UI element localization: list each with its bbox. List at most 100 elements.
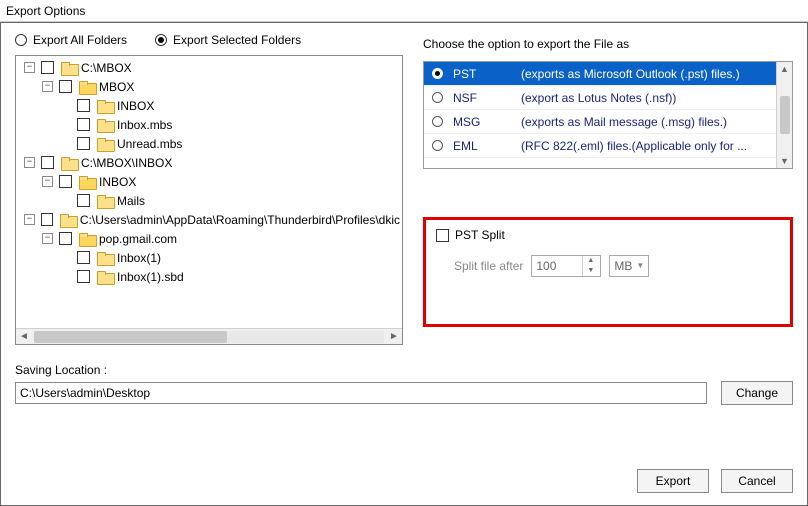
radio-icon — [432, 116, 443, 127]
tree-row[interactable]: −C:\MBOX — [18, 58, 400, 77]
split-size-input[interactable]: ▲ ▼ — [531, 255, 601, 277]
format-list: PST(exports as Microsoft Outlook (.pst) … — [423, 61, 793, 169]
folder-icon — [61, 62, 77, 74]
radio-icon — [432, 68, 443, 79]
chevron-down-icon: ▼ — [636, 261, 644, 270]
tree-checkbox[interactable] — [77, 270, 90, 283]
split-size-field[interactable] — [532, 256, 582, 276]
radio-icon — [432, 140, 443, 151]
scroll-left-icon[interactable]: ◄ — [16, 329, 32, 345]
tree-checkbox[interactable] — [41, 156, 54, 169]
tree-item-label: C:\Users\admin\AppData\Roaming\Thunderbi… — [78, 213, 400, 227]
expander-spacer — [60, 138, 71, 149]
radio-icon — [432, 92, 443, 103]
radio-label: Export All Folders — [33, 33, 127, 47]
stepper-down-icon[interactable]: ▼ — [583, 266, 598, 276]
radio-label: Export Selected Folders — [173, 33, 301, 47]
format-name: NSF — [453, 91, 511, 105]
tree-item-label: pop.gmail.com — [97, 232, 177, 246]
expander-spacer — [60, 271, 71, 282]
tree-checkbox[interactable] — [77, 251, 90, 264]
tree-row[interactable]: Inbox(1).sbd — [18, 267, 400, 286]
checkbox-icon — [436, 229, 449, 242]
radio-export-all[interactable]: Export All Folders — [15, 33, 127, 47]
scroll-right-icon[interactable]: ► — [386, 329, 402, 345]
format-desc: (RFC 822(.eml) files.(Applicable only fo… — [521, 139, 768, 153]
tree-item-label: C:\MBOX\INBOX — [79, 156, 172, 170]
expander-spacer — [60, 119, 71, 130]
collapse-icon[interactable]: − — [42, 233, 53, 244]
tree-item-label: Unread.mbs — [115, 137, 182, 151]
format-name: EML — [453, 139, 511, 153]
expander-spacer — [60, 195, 71, 206]
tree-checkbox[interactable] — [41, 213, 54, 226]
tree-item-label: INBOX — [115, 99, 154, 113]
folder-icon — [97, 271, 113, 283]
folder-icon — [60, 214, 76, 226]
format-v-scrollbar[interactable]: ▲ ▼ — [776, 62, 792, 168]
folder-icon — [79, 176, 95, 188]
cancel-button[interactable]: Cancel — [721, 469, 793, 493]
tree-row[interactable]: − C:\Users\admin\AppData\Roaming\Thunderb… — [18, 210, 400, 229]
export-button[interactable]: Export — [637, 469, 709, 493]
tree-item-label: Inbox.mbs — [115, 118, 172, 132]
checkbox-label: PST Split — [455, 228, 505, 242]
pst-split-checkbox[interactable]: PST Split — [436, 228, 505, 242]
split-unit-select[interactable]: MB ▼ — [609, 255, 649, 277]
tree-row[interactable]: − INBOX — [18, 172, 400, 191]
change-button[interactable]: Change — [721, 381, 793, 405]
tree-row[interactable]: Inbox.mbs — [18, 115, 400, 134]
format-option-pst[interactable]: PST(exports as Microsoft Outlook (.pst) … — [424, 62, 776, 86]
collapse-icon[interactable]: − — [24, 214, 35, 225]
tree-checkbox[interactable] — [59, 175, 72, 188]
collapse-icon[interactable]: − — [24, 157, 35, 168]
tree-checkbox[interactable] — [77, 194, 90, 207]
tree-item-label: MBOX — [97, 80, 134, 94]
scroll-down-icon[interactable]: ▼ — [780, 156, 789, 166]
tree-row[interactable]: Inbox(1) — [18, 248, 400, 267]
collapse-icon[interactable]: − — [42, 81, 53, 92]
expander-spacer — [60, 252, 71, 263]
radio-icon — [15, 34, 27, 46]
tree-item-label: Inbox(1) — [115, 251, 161, 265]
tree-row[interactable]: Mails — [18, 191, 400, 210]
folder-icon — [79, 233, 95, 245]
tree-checkbox[interactable] — [77, 99, 90, 112]
format-option-eml[interactable]: EML (RFC 822(.eml) files.(Applicable only… — [424, 134, 776, 158]
tree-h-scrollbar[interactable]: ◄ ► — [16, 328, 402, 344]
format-option-nsf[interactable]: NSF (export as Lotus Notes (.nsf)) — [424, 86, 776, 110]
scroll-up-icon[interactable]: ▲ — [780, 64, 789, 74]
collapse-icon[interactable]: − — [24, 62, 35, 73]
scroll-thumb[interactable] — [34, 331, 227, 343]
radio-export-selected[interactable]: Export Selected Folders — [155, 33, 301, 47]
tree-checkbox[interactable] — [41, 61, 54, 74]
tree-checkbox[interactable] — [59, 80, 72, 93]
scroll-thumb[interactable] — [780, 96, 790, 134]
window-title: Export Options — [0, 0, 808, 22]
scroll-track[interactable] — [34, 331, 384, 343]
format-heading: Choose the option to export the File as — [423, 37, 793, 51]
stepper-up-icon[interactable]: ▲ — [583, 256, 598, 266]
tree-item-label: Inbox(1).sbd — [115, 270, 184, 284]
tree-item-label: INBOX — [97, 175, 136, 189]
tree-row[interactable]: Unread.mbs — [18, 134, 400, 153]
collapse-icon[interactable]: − — [42, 176, 53, 187]
expander-spacer — [60, 100, 71, 111]
tree-row[interactable]: − C:\MBOX\INBOX — [18, 153, 400, 172]
folder-tree[interactable]: −C:\MBOX−MBOXINBOXInbox.mbsUnread.mbs−C:… — [15, 55, 403, 345]
folder-icon — [97, 100, 113, 112]
format-name: PST — [453, 67, 511, 81]
saving-location-block: Saving Location : Change — [15, 363, 793, 405]
tree-row[interactable]: − pop.gmail.com — [18, 229, 400, 248]
tree-checkbox[interactable] — [77, 137, 90, 150]
tree-checkbox[interactable] — [59, 232, 72, 245]
export-scope-radios: Export All Folders Export Selected Folde… — [15, 33, 403, 47]
format-desc: (export as Lotus Notes (.nsf)) — [521, 91, 768, 105]
format-option-msg[interactable]: MSG(exports as Mail message (.msg) files… — [424, 110, 776, 134]
folder-icon — [97, 195, 113, 207]
left-column: Export All Folders Export Selected Folde… — [15, 33, 403, 345]
tree-row[interactable]: − MBOX — [18, 77, 400, 96]
tree-checkbox[interactable] — [77, 118, 90, 131]
saving-location-input[interactable] — [15, 382, 707, 404]
tree-row[interactable]: INBOX — [18, 96, 400, 115]
